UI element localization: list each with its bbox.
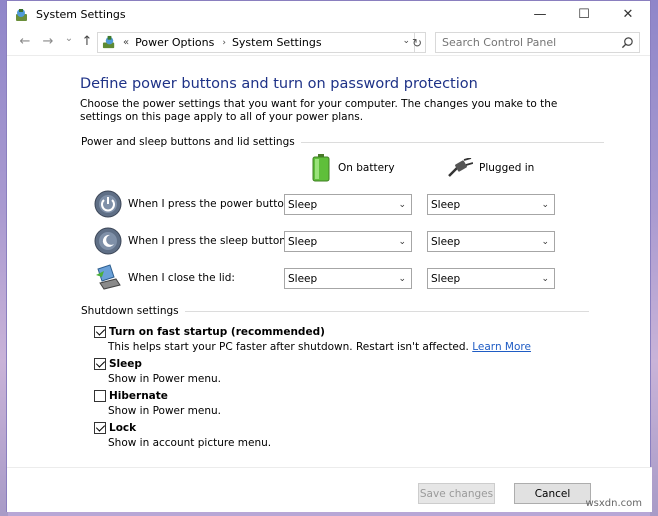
breadcrumb-power-options[interactable]: Power Options	[135, 36, 214, 49]
power-plug-icon	[448, 158, 473, 177]
lock-option[interactable]: Lock	[94, 422, 136, 434]
breadcrumb-system-settings[interactable]: System Settings	[232, 36, 322, 49]
lock-checkbox[interactable]	[94, 422, 106, 434]
sleep-option[interactable]: Sleep	[94, 358, 142, 370]
power-group-title: Power and sleep buttons and lid settings	[81, 136, 295, 148]
plugged-in-header: Plugged in	[447, 158, 534, 178]
minimize-button[interactable]: —	[518, 1, 562, 28]
on-battery-header: On battery	[312, 154, 395, 182]
search-icon[interactable]	[621, 36, 634, 49]
sleep-button-label: When I press the sleep button:	[128, 235, 290, 247]
chevron-down-icon: ⌄	[541, 200, 549, 210]
lock-description: Show in account picture menu.	[108, 437, 272, 449]
chevron-down-icon: ⌄	[398, 274, 406, 284]
learn-more-link[interactable]: Learn More	[472, 341, 531, 353]
search-box[interactable]	[435, 32, 640, 53]
plugged-in-label: Plugged in	[479, 162, 535, 174]
select-value: Sleep	[288, 272, 318, 285]
select-value: Sleep	[288, 235, 318, 248]
hibernate-checkbox[interactable]	[94, 390, 106, 402]
system-settings-window: System Settings — ☐ ✕ ← → ⌄ ↑ « Power Op…	[6, 0, 652, 512]
title-bar[interactable]: System Settings — ☐ ✕	[7, 1, 650, 28]
select-value: Sleep	[431, 198, 461, 211]
breadcrumb-chevron-icon[interactable]: ›	[222, 38, 226, 48]
fast-startup-description: This helps start your PC faster after sh…	[108, 341, 531, 353]
lock-label: Lock	[109, 422, 137, 434]
fast-startup-help-text: This helps start your PC faster after sh…	[108, 341, 469, 353]
sleep-description: Show in Power menu.	[108, 373, 221, 385]
back-button[interactable]: ←	[17, 34, 33, 49]
main-content: Define power buttons and turn on passwor…	[7, 57, 652, 467]
cancel-button[interactable]: Cancel	[514, 483, 591, 504]
power-button-battery-select[interactable]: Sleep ⌄	[284, 194, 412, 215]
recent-locations-button[interactable]: ⌄	[61, 33, 77, 44]
fast-startup-label: Turn on fast startup (recommended)	[109, 326, 325, 338]
fast-startup-option[interactable]: Turn on fast startup (recommended)	[94, 326, 325, 338]
chevron-down-icon: ⌄	[541, 237, 549, 247]
sleep-button-plugged-select[interactable]: Sleep ⌄	[427, 231, 555, 252]
control-panel-icon	[102, 35, 115, 49]
up-button[interactable]: ↑	[79, 34, 95, 49]
sleep-button-battery-select[interactable]: Sleep ⌄	[284, 231, 412, 252]
window-title: System Settings	[36, 8, 126, 21]
shutdown-group-title: Shutdown settings	[81, 305, 179, 317]
power-button-label: When I press the power button:	[128, 198, 294, 210]
power-button-icon	[94, 190, 122, 218]
hibernate-description: Show in Power menu.	[108, 405, 221, 417]
refresh-button[interactable]: ↻	[409, 32, 426, 53]
page-title: Define power buttons and turn on passwor…	[80, 76, 478, 92]
breadcrumb-overflow[interactable]: «	[123, 37, 129, 48]
chevron-down-icon: ⌄	[541, 274, 549, 284]
group-divider	[300, 141, 604, 143]
address-toolbar: ← → ⌄ ↑ « Power Options › System Setting…	[7, 28, 650, 56]
maximize-button[interactable]: ☐	[562, 1, 606, 28]
sleep-button-icon	[94, 227, 122, 255]
page-description: Choose the power settings that you want …	[80, 98, 558, 123]
close-lid-battery-select[interactable]: Sleep ⌄	[284, 268, 412, 289]
select-value: Sleep	[288, 198, 318, 211]
hibernate-option[interactable]: Hibernate	[94, 390, 168, 402]
search-input[interactable]	[442, 36, 617, 49]
address-bar[interactable]: « Power Options › System Settings ⌄	[97, 32, 415, 53]
chevron-down-icon: ⌄	[398, 200, 406, 210]
watermark-text: wsxdn.com	[585, 498, 642, 509]
select-value: Sleep	[431, 272, 461, 285]
forward-button[interactable]: →	[40, 34, 56, 49]
chevron-down-icon: ⌄	[398, 237, 406, 247]
power-group-header: Power and sleep buttons and lid settings	[81, 136, 604, 148]
sleep-checkbox[interactable]	[94, 358, 106, 370]
close-lid-label: When I close the lid:	[128, 272, 235, 284]
group-divider	[184, 310, 589, 312]
select-value: Sleep	[431, 235, 461, 248]
hibernate-label: Hibernate	[109, 390, 168, 402]
sleep-label: Sleep	[109, 358, 142, 370]
fast-startup-checkbox[interactable]	[94, 326, 106, 338]
laptop-lid-icon	[96, 264, 121, 290]
shutdown-group-header: Shutdown settings	[81, 305, 589, 317]
battery-icon	[312, 154, 330, 182]
footer-bar: Save changes Cancel wsxdn.com	[7, 467, 652, 512]
save-changes-button[interactable]: Save changes	[418, 483, 495, 504]
power-button-plugged-select[interactable]: Sleep ⌄	[427, 194, 555, 215]
on-battery-label: On battery	[338, 162, 395, 174]
power-options-icon	[16, 8, 27, 21]
close-button[interactable]: ✕	[606, 1, 650, 28]
close-lid-plugged-select[interactable]: Sleep ⌄	[427, 268, 555, 289]
